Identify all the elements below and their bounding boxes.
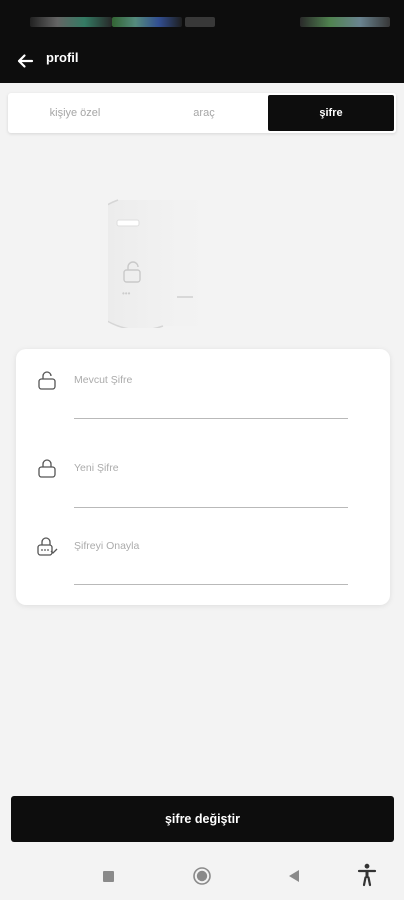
tab-personal[interactable]: kişiye özel (10, 95, 140, 131)
change-password-button[interactable]: şifre değiştir (11, 796, 394, 842)
accessibility-icon[interactable] (354, 862, 380, 888)
status-bar-artifact (30, 17, 112, 27)
lock-illustration-icon: ••• (72, 198, 204, 331)
status-bar-artifact (185, 17, 215, 27)
status-bar (0, 0, 404, 38)
circle-home-icon[interactable] (191, 865, 213, 887)
status-bar-artifact (112, 17, 182, 27)
current-password-field[interactable] (74, 418, 348, 419)
tab-vehicle[interactable]: araç (140, 95, 268, 131)
arrow-left-icon[interactable] (12, 48, 38, 74)
new-password-field[interactable] (74, 507, 348, 508)
page-title: profil (46, 50, 79, 65)
system-navigation-bar (0, 848, 404, 900)
new-password-label: Yeni Şifre (74, 462, 119, 474)
svg-text:•••: ••• (122, 289, 131, 298)
square-icon[interactable] (98, 866, 118, 886)
status-bar-artifact (300, 17, 390, 27)
password-form-card: Mevcut Şifre Yeni Şifre Şifreyi Onayla (16, 349, 390, 605)
current-password-label: Mevcut Şifre (74, 374, 133, 386)
confirm-password-field[interactable] (74, 584, 348, 585)
lock-check-icon (36, 535, 58, 557)
confirm-password-label: Şifreyi Onayla (74, 540, 140, 552)
unlocked-lock-icon (36, 369, 58, 391)
app-bar: profil (0, 38, 404, 83)
tab-password[interactable]: şifre (268, 95, 394, 131)
tab-bar: kişiye özel araç şifre (8, 93, 396, 133)
triangle-back-icon[interactable] (284, 866, 304, 886)
lock-icon (36, 457, 58, 479)
